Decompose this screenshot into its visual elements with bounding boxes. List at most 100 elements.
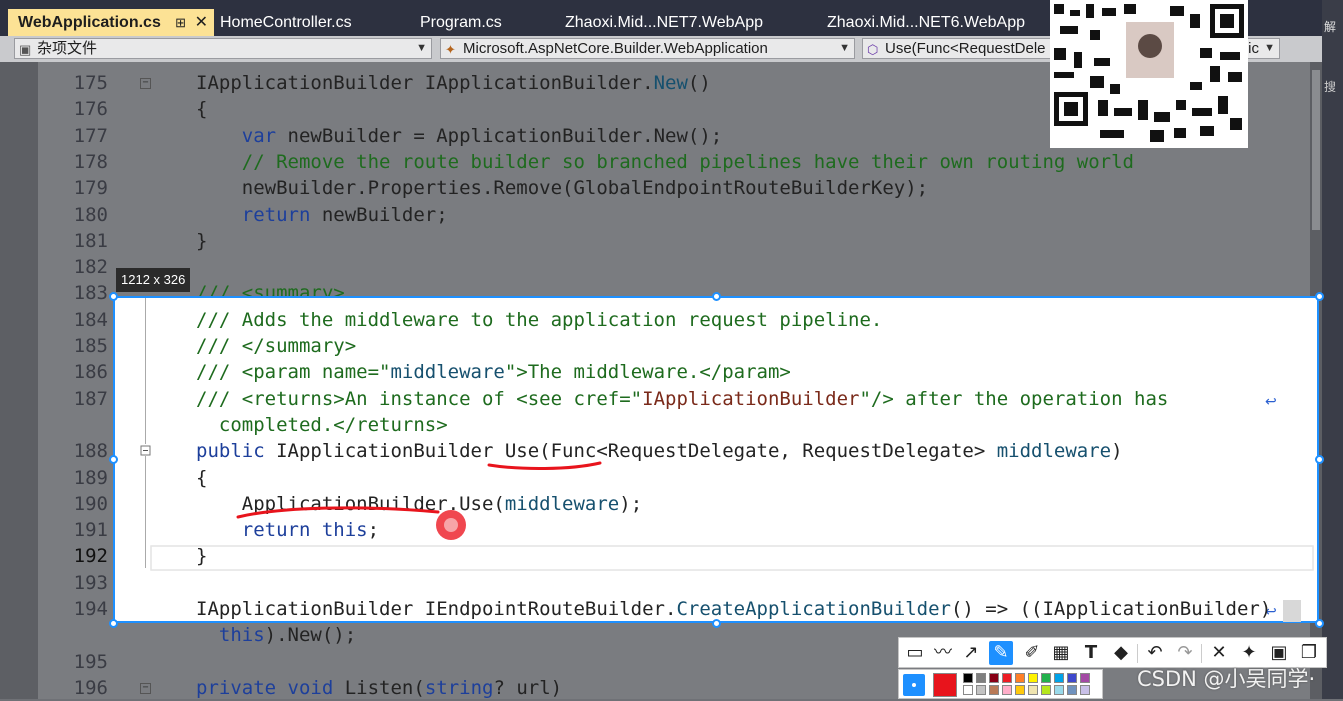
resize-handle-s[interactable] — [712, 619, 721, 628]
code-token: ApplicationBuilder.Use( — [196, 492, 505, 515]
cancel-icon[interactable]: ✕ — [1207, 641, 1231, 665]
color-swatch[interactable] — [989, 673, 999, 683]
color-swatch[interactable] — [1028, 685, 1038, 695]
undo-icon[interactable]: ↶ — [1143, 641, 1167, 665]
fold-marker[interactable]: − — [140, 682, 151, 694]
code-token: IApplicationBuilder — [642, 387, 860, 410]
text-tool-icon[interactable]: T — [1079, 641, 1103, 665]
fold-marker[interactable]: − — [140, 78, 151, 89]
line-number: 193 — [73, 571, 108, 594]
color-swatch[interactable] — [963, 673, 973, 683]
save-icon[interactable]: ▣ — [1267, 641, 1291, 665]
current-color-swatch[interactable] — [933, 673, 957, 697]
resize-handle-n[interactable] — [712, 292, 721, 301]
arrow-tool-icon[interactable]: ↗ — [959, 641, 983, 665]
stroke-size-button[interactable] — [903, 674, 925, 696]
highlighter-tool-icon[interactable]: ✐ — [1020, 641, 1044, 665]
code-line[interactable]: 187 /// <returns>An instance of <see cref… — [0, 386, 1200, 412]
code-line[interactable]: 192} — [0, 543, 1200, 569]
redo-icon[interactable]: ↷ — [1173, 641, 1197, 665]
color-swatch[interactable] — [1015, 673, 1025, 683]
color-swatch[interactable] — [976, 685, 986, 695]
color-swatch[interactable] — [1080, 673, 1090, 683]
freehand-tool-icon[interactable]: 〰 — [931, 641, 955, 665]
code-line[interactable]: 182 — [0, 254, 1310, 280]
resize-handle-se[interactable] — [1315, 619, 1324, 628]
color-swatch[interactable] — [1067, 685, 1077, 695]
code-line[interactable]: 178 // Remove the route builder so branc… — [0, 149, 1310, 175]
code-line[interactable]: 188 public IApplicationBuilder Use(Func<R… — [0, 438, 1200, 464]
color-swatch[interactable] — [1054, 673, 1064, 683]
color-swatch[interactable] — [1015, 685, 1025, 695]
code-line[interactable]: 196 − private void Listen(string? url) — [0, 675, 1310, 701]
code-line[interactable]: 193 — [0, 570, 1200, 596]
tab-net6-webapp[interactable]: Zhaoxi.Mid...NET6.WebApp — [817, 9, 1050, 36]
rectangle-tool-icon[interactable]: ▭ — [903, 641, 927, 665]
code-line[interactable]: 189 { — [0, 465, 1200, 491]
tab-program-cs[interactable]: Program.cs — [410, 9, 555, 36]
toolbar-divider — [1137, 644, 1138, 663]
eraser-tool-icon[interactable]: ◆ — [1109, 641, 1133, 665]
code-text: ApplicationBuilder.Use(middleware); — [196, 491, 642, 517]
color-swatch[interactable] — [976, 673, 986, 683]
color-swatch[interactable] — [963, 685, 973, 695]
code-token: middleware — [996, 440, 1112, 463]
project-label: 杂项文件 — [37, 40, 98, 57]
solution-search-label[interactable]: 搜 — [1324, 78, 1336, 95]
close-icon[interactable]: ✕ — [195, 9, 208, 36]
file-icon: ▣ — [19, 42, 32, 57]
resize-handle-sw[interactable] — [109, 619, 118, 628]
color-swatch[interactable] — [1041, 685, 1051, 695]
class-icon: ✦ — [445, 42, 456, 57]
project-dropdown[interactable]: ▣ 杂项文件 ▼ — [14, 38, 432, 59]
code-text: /// <returns>An instance of <see cref="I… — [196, 386, 1168, 412]
color-swatch[interactable] — [1080, 685, 1090, 695]
code-line[interactable]: 191 return this; — [0, 517, 1200, 543]
pin-icon[interactable]: ✦ — [1237, 641, 1261, 665]
line-number: 178 — [73, 150, 108, 173]
tab-webapplication-cs[interactable]: WebApplication.cs ⊞ ✕ — [8, 9, 214, 36]
scrollbar-thumb[interactable] — [1312, 70, 1320, 230]
code-line[interactable]: 194 IApplicationBuilder IEndpointRouteBui… — [0, 596, 1272, 622]
resize-handle-nw[interactable] — [109, 292, 118, 301]
code-token: } — [196, 229, 208, 252]
line-number: 195 — [73, 650, 108, 673]
color-swatch[interactable] — [1002, 685, 1012, 695]
code-line[interactable]: 181} — [0, 228, 1310, 254]
code-token: middleware — [504, 492, 620, 515]
code-text: public IApplicationBuilder Use(Func<Requ… — [196, 438, 1123, 464]
code-line[interactable]: completed.</returns> — [0, 412, 1200, 438]
tab-homecontroller-cs[interactable]: HomeController.cs — [210, 9, 410, 36]
resize-handle-e[interactable] — [1315, 455, 1324, 464]
mosaic-tool-icon[interactable]: ▦ — [1049, 641, 1073, 665]
color-swatch[interactable] — [1067, 673, 1077, 683]
copy-icon[interactable]: ❐ — [1297, 641, 1321, 665]
code-text: /// Adds the middleware to the applicati… — [196, 307, 882, 333]
code-line[interactable]: 185 /// </summary> — [0, 333, 1200, 359]
color-swatch[interactable] — [1041, 673, 1051, 683]
pen-tool-icon[interactable]: ✎ — [989, 641, 1013, 665]
code-token: /// <param name=" — [196, 361, 391, 384]
line-number: 175 — [73, 72, 108, 94]
color-swatch[interactable] — [1002, 673, 1012, 683]
pin-icon[interactable]: ⊞ — [175, 9, 186, 36]
code-token: ">The middleware.</param> — [504, 361, 791, 384]
code-line[interactable]: 180 return newBuilder; — [0, 202, 1310, 228]
line-number: 190 — [73, 492, 108, 515]
code-token: this — [218, 624, 265, 647]
code-line[interactable]: 179 newBuilder.Properties.Remove(GlobalE… — [0, 175, 1310, 201]
code-text: return this; — [196, 517, 379, 543]
line-number: 184 — [73, 308, 108, 331]
type-dropdown[interactable]: ✦ Microsoft.AspNetCore.Builder.WebApplic… — [440, 38, 855, 59]
resize-handle-w[interactable] — [109, 455, 118, 464]
color-swatch[interactable] — [989, 685, 999, 695]
color-swatch[interactable] — [1054, 685, 1064, 695]
code-line[interactable]: 190 ApplicationBuilder.Use(middleware); — [0, 491, 1200, 517]
code-line[interactable]: 186 /// <param name="middleware">The midd… — [0, 359, 1200, 385]
tab-net7-webapp[interactable]: Zhaoxi.Mid...NET7.WebApp — [555, 9, 817, 36]
code-line[interactable]: 184 /// Adds the middleware to the applic… — [0, 307, 1200, 333]
color-swatch[interactable] — [1028, 673, 1038, 683]
code-token: ).New(); — [264, 624, 357, 647]
resize-handle-ne[interactable] — [1315, 292, 1324, 301]
